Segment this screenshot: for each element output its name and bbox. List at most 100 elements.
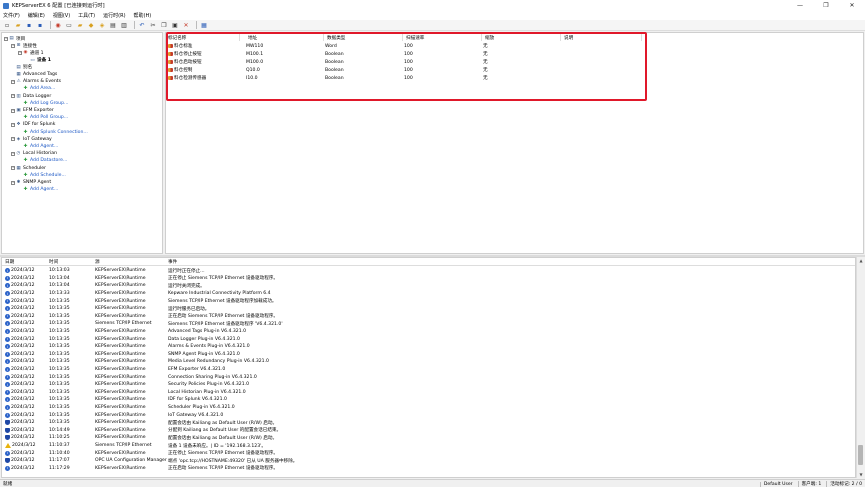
log-row[interactable]: 2024/3/12 11:17:07 OPC UA Configuration Ma… (2, 457, 855, 465)
new-device-icon[interactable]: ▭ (65, 21, 73, 29)
tree-item[interactable]: ▦ Advanced Tags (11, 71, 57, 78)
undo-icon[interactable]: ↶ (138, 21, 146, 29)
log-row[interactable]: i 2024/3/12 10:13:35 KEPServerEX\Runtime Sie… (2, 297, 855, 305)
tree-item[interactable]: − ◉ 通道 1 (18, 49, 44, 56)
log-row[interactable]: i 2024/3/12 10:13:04 KEPServerEX\Runtime 运行时… (2, 282, 855, 290)
tree-expander-icon[interactable]: − (11, 43, 15, 48)
column-header-source[interactable]: 源 (95, 258, 165, 266)
column-header-description[interactable]: 说明 (562, 34, 642, 41)
menu-view[interactable]: 视图(V) (53, 12, 70, 19)
tree-expander-icon[interactable]: − (11, 122, 15, 127)
tree-expander-icon[interactable]: − (4, 36, 8, 41)
tree-item[interactable]: − ▤ 项目 (4, 35, 25, 42)
tree-item[interactable]: − ▦ Scheduler (11, 165, 46, 172)
tree-item[interactable]: ▤ 别名 (11, 64, 32, 71)
log-row[interactable]: i 2024/3/12 10:13:35 KEPServerEX\Runtime Ala… (2, 343, 855, 351)
log-row[interactable]: i 2024/3/12 10:13:35 KEPServerEX\Runtime SNM… (2, 351, 855, 359)
delete-icon[interactable]: ✕ (182, 21, 190, 29)
tree-item[interactable]: ✚ Add Poll Group... (18, 114, 69, 121)
log-row[interactable]: i 2024/3/12 10:13:35 KEPServerEX\Runtime EFM… (2, 366, 855, 374)
scroll-down-icon[interactable]: ▼ (857, 471, 865, 478)
log-row[interactable]: 2024/3/12 10:13:35 KEPServerEX\Runtime 配置会话… (2, 419, 855, 427)
tag-row[interactable]: 料仓检测传感器 I10.0 Boolean 100 无 (166, 74, 863, 82)
log-row[interactable]: i 2024/3/12 10:13:04 KEPServerEX\Runtime 正在停… (2, 275, 855, 283)
export-icon[interactable]: ▥ (120, 21, 128, 29)
column-header-date[interactable]: 日期 (5, 258, 43, 266)
tree-item[interactable]: − ⊞ 连接性 (11, 42, 37, 49)
menu-runtime[interactable]: 运行时(R) (103, 12, 125, 19)
tree-expander-icon[interactable]: − (18, 50, 22, 55)
log-row[interactable]: 2024/3/12 11:10:37 Siemens TCP/IP Ethernet… (2, 442, 855, 450)
tree-expander-icon[interactable]: − (11, 180, 15, 185)
tree-item[interactable]: − ▣ EFM Exporter (11, 107, 54, 114)
log-row[interactable]: i 2024/3/12 10:13:35 KEPServerEX\Runtime Con… (2, 373, 855, 381)
log-row[interactable]: i 2024/3/12 10:13:35 KEPServerEX\Runtime 正在启… (2, 313, 855, 321)
column-header-scaling[interactable]: 缩放 (483, 34, 561, 41)
log-row[interactable]: i 2024/3/12 10:13:35 Siemens TCP/IP Etherne… (2, 320, 855, 328)
save-icon[interactable]: ▪ (25, 21, 33, 29)
log-row[interactable]: i 2024/3/12 10:13:35 KEPServerEX\Runtime Med… (2, 358, 855, 366)
log-row[interactable]: i 2024/3/12 10:13:35 KEPServerEX\Runtime Loc… (2, 389, 855, 397)
tree-item[interactable]: ✚ Add Datastore... (18, 157, 68, 164)
tree-item[interactable]: − ◈ IoT Gateway (11, 136, 52, 143)
tag-row[interactable]: 料仓控制 Q10.0 Boolean 100 无 (166, 66, 863, 74)
log-row[interactable]: i 2024/3/12 10:13:35 KEPServerEX\Runtime 运行时… (2, 305, 855, 313)
log-row[interactable]: i 2024/3/12 10:13:03 KEPServerEX\Runtime 运行时… (2, 267, 855, 275)
column-header-tag-name[interactable]: 标记名称 (166, 34, 240, 41)
import-icon[interactable]: ▤ (109, 21, 117, 29)
minimize-button[interactable]: — (787, 0, 813, 11)
log-row[interactable]: 2024/3/12 10:14:49 KEPServerEX\Runtime 分配到 … (2, 427, 855, 435)
log-row[interactable]: i 2024/3/12 10:13:35 KEPServerEX\Runtime Adv… (2, 328, 855, 336)
column-header-data-type[interactable]: 数据类型 (325, 34, 403, 41)
column-header-address[interactable]: 地址 (246, 34, 324, 41)
tree-item[interactable]: − ◷ Local Historian (11, 150, 57, 157)
log-row[interactable]: 2024/3/12 11:10:25 KEPServerEX\Runtime 配置会话… (2, 434, 855, 442)
tree-expander-icon[interactable]: − (11, 151, 15, 156)
log-row[interactable]: i 2024/3/12 10:13:35 KEPServerEX\Runtime Sec… (2, 381, 855, 389)
tag-row[interactable]: 料仓启动按钮 M100.0 Boolean 100 无 (166, 58, 863, 66)
tree-item[interactable]: ✚ Add Splunk Connection... (18, 129, 88, 136)
column-header-scan-rate[interactable]: 扫描速率 (404, 34, 482, 41)
column-header-event[interactable]: 事件 (168, 258, 368, 266)
scroll-up-icon[interactable]: ▲ (857, 257, 865, 264)
save-as-icon[interactable]: ▪ (36, 21, 44, 29)
close-button[interactable]: ✕ (839, 0, 865, 11)
new-group-icon[interactable]: ▰ (76, 21, 84, 29)
tree-expander-icon[interactable]: − (11, 79, 15, 84)
new-channel-icon[interactable]: ◉ (54, 21, 62, 29)
tree-item[interactable]: − ▥ Data Logger (11, 93, 51, 100)
tree-expander-icon[interactable]: − (11, 166, 15, 171)
cut-icon[interactable]: ✂ (149, 21, 157, 29)
maximize-button[interactable]: ❐ (813, 0, 839, 11)
tree-expander-icon[interactable]: − (11, 94, 15, 99)
bulk-tag-icon[interactable]: ◈ (98, 21, 106, 29)
quick-client-icon[interactable]: ▦ (200, 21, 208, 29)
event-log-scrollbar[interactable]: ▲ ▼ (856, 257, 864, 478)
tree-item[interactable]: ✚ Add Log Group... (18, 100, 69, 107)
menu-file[interactable]: 文件(F) (3, 12, 20, 19)
tree-item[interactable]: ✚ Add Agent... (18, 143, 59, 150)
tree-item[interactable]: − ❖ IDF for Splunk (11, 121, 55, 128)
tag-row[interactable]: 料仓停止按钮 M100.1 Boolean 100 无 (166, 50, 863, 58)
log-row[interactable]: i 2024/3/12 10:13:35 KEPServerEX\Runtime Dat… (2, 335, 855, 343)
tree-expander-icon[interactable]: − (11, 137, 15, 142)
new-icon[interactable]: ▫ (3, 21, 11, 29)
tree-item[interactable]: − ⚠ Alarms & Events (11, 78, 61, 85)
tree-expander-icon[interactable]: − (11, 108, 15, 113)
log-row[interactable]: i 2024/3/12 10:13:33 KEPServerEX\Runtime Kep… (2, 290, 855, 298)
new-tag-icon[interactable]: ◆ (87, 21, 95, 29)
log-row[interactable]: i 2024/3/12 11:17:29 KEPServerEX\Runtime 正在启… (2, 465, 855, 473)
tree-item[interactable]: ✚ Add Schedule... (18, 172, 66, 179)
log-row[interactable]: i 2024/3/12 11:10:40 KEPServerEX\Runtime 正在停… (2, 449, 855, 457)
scrollbar-thumb[interactable] (858, 445, 863, 465)
log-row[interactable]: i 2024/3/12 10:13:35 KEPServerEX\Runtime IDF… (2, 396, 855, 404)
log-row[interactable]: i 2024/3/12 10:13:35 KEPServerEX\Runtime Sch… (2, 404, 855, 412)
open-icon[interactable]: ▰ (14, 21, 22, 29)
tree-item[interactable]: ✚ Add Agent... (18, 186, 59, 193)
menu-help[interactable]: 帮助(H) (134, 12, 152, 19)
menu-edit[interactable]: 编辑(E) (28, 12, 45, 19)
tree-item[interactable]: ✚ Add Area... (18, 85, 56, 92)
copy-icon[interactable]: ❐ (160, 21, 168, 29)
tree-item[interactable]: − ✱ SNMP Agent (11, 179, 51, 186)
menu-tools[interactable]: 工具(T) (78, 12, 95, 19)
